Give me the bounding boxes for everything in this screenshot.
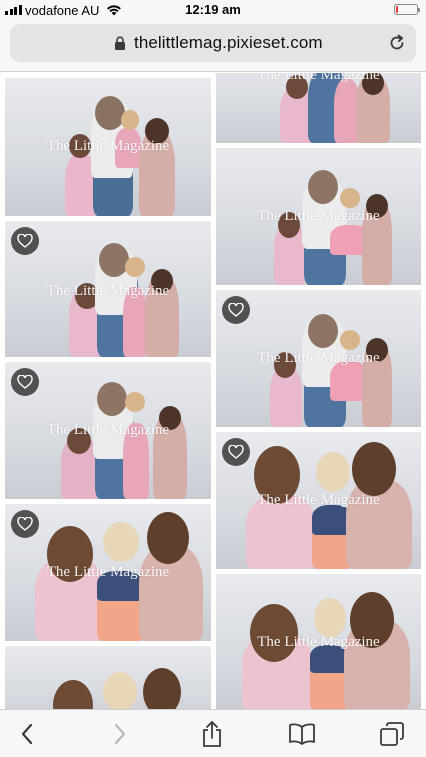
safari-screen: vodafone AU 12:19 am thelittlemag.pixies…: [0, 0, 426, 757]
heart-icon: [17, 517, 33, 531]
photo-thumbnail[interactable]: The Little Magazine: [5, 362, 211, 499]
book-icon: [289, 723, 315, 745]
lock-icon: [114, 36, 126, 56]
clock: 12:19 am: [185, 2, 241, 17]
watermark-text: The Little Magazine: [257, 208, 380, 224]
photo-thumbnail[interactable]: The Little Magazine: [216, 73, 421, 143]
heart-icon: [228, 445, 244, 459]
photo-thumbnail[interactable]: The Little Magazine: [216, 290, 421, 427]
photo-thumbnail[interactable]: The Little Magazine: [5, 221, 211, 357]
back-button[interactable]: [13, 720, 41, 748]
bookmarks-button[interactable]: [288, 720, 316, 748]
favorite-button[interactable]: [11, 227, 39, 255]
favorite-button[interactable]: [11, 510, 39, 538]
tabs-button[interactable]: [378, 720, 406, 748]
photo-thumbnail[interactable]: The Little Magazine: [216, 148, 421, 285]
watermark-text: The Little Magazine: [46, 564, 170, 580]
watermark-text: The Little Magazine: [257, 73, 380, 83]
watermark-text: The Little Magazine: [257, 634, 380, 650]
watermark-text: The Little Magazine: [257, 492, 380, 508]
watermark-text: The Little Magazine: [46, 138, 170, 154]
reload-icon[interactable]: [387, 33, 407, 58]
photo-gallery: The Little Magazine The Little Magazine: [0, 73, 426, 709]
favorite-button[interactable]: [222, 296, 250, 324]
forward-button[interactable]: [106, 720, 134, 748]
url-bar-area: thelittlemag.pixieset.com: [0, 20, 426, 72]
share-button[interactable]: [198, 720, 226, 748]
favorite-button[interactable]: [11, 368, 39, 396]
chevron-left-icon: [21, 723, 33, 745]
photo-thumbnail[interactable]: The Little Magazine: [5, 504, 211, 641]
watermark-text: The Little Magazine: [46, 422, 170, 438]
heart-icon: [17, 234, 33, 248]
heart-icon: [228, 303, 244, 317]
heart-icon: [17, 375, 33, 389]
address-bar[interactable]: thelittlemag.pixieset.com: [10, 24, 416, 62]
favorite-button[interactable]: [222, 438, 250, 466]
photo-thumbnail[interactable]: [5, 646, 211, 709]
browser-toolbar: [0, 709, 426, 757]
photo-thumbnail[interactable]: The Little Magazine: [5, 78, 211, 216]
battery-level: [396, 6, 398, 13]
watermark-text: The Little Magazine: [46, 283, 170, 299]
watermark-text: The Little Magazine: [257, 350, 380, 366]
battery-icon: [394, 4, 420, 15]
photo-thumbnail[interactable]: The Little Magazine: [216, 432, 421, 569]
chevron-right-icon: [114, 723, 126, 745]
share-icon: [203, 721, 221, 747]
url-text: thelittlemag.pixieset.com: [134, 33, 323, 52]
tabs-icon: [380, 722, 404, 746]
status-bar: vodafone AU 12:19 am: [0, 0, 426, 20]
photo-thumbnail[interactable]: The Little Magazine: [216, 574, 421, 709]
